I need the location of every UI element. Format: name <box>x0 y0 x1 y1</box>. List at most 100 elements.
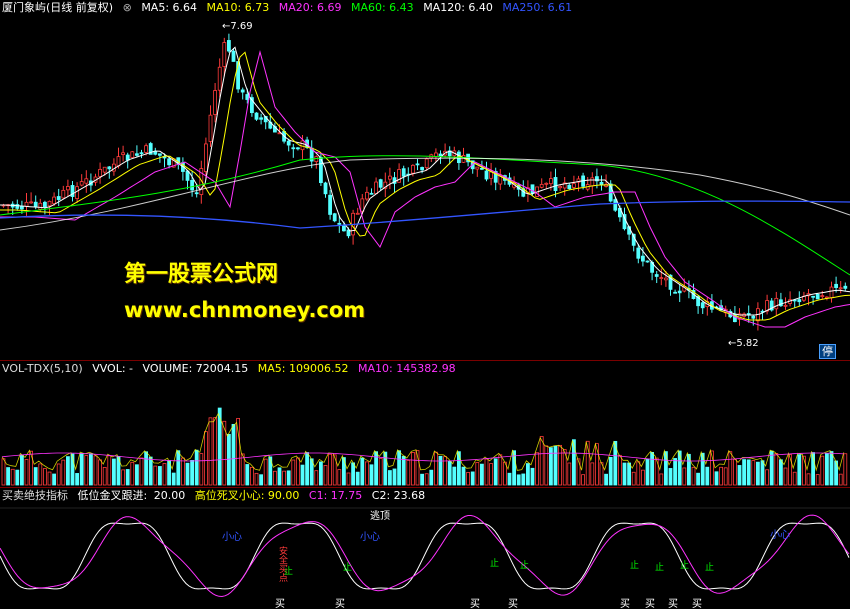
volume-bar <box>1 458 6 486</box>
ma20-legend: MA20: 6.69 <box>278 1 342 14</box>
volume-bar <box>213 417 218 486</box>
candle-body <box>829 286 834 299</box>
volume-bar <box>544 445 549 486</box>
volume-bar <box>282 470 287 486</box>
volume-bar <box>33 467 38 486</box>
candle-body <box>130 151 135 158</box>
candle-body <box>664 277 668 281</box>
volume-bar <box>631 471 636 486</box>
escape-top-label: 逃顶 <box>370 509 390 522</box>
volume-bar <box>286 470 291 486</box>
volume-bar <box>654 457 659 486</box>
volume-bar <box>783 467 788 486</box>
candle-body <box>107 166 112 170</box>
volume-bar <box>89 453 93 486</box>
candle-body <box>572 183 576 188</box>
volume-bar <box>737 465 742 486</box>
volume-bar <box>452 466 457 486</box>
candle-body <box>387 175 392 180</box>
volume-bar <box>829 451 834 486</box>
volume-bar <box>392 468 397 486</box>
volume-value: VOLUME: 72004.15 <box>142 362 249 375</box>
volume-bar <box>668 468 673 486</box>
candle-body <box>47 200 52 207</box>
settings-icon[interactable]: ⊗ <box>123 1 132 14</box>
candle-body <box>636 247 641 259</box>
candle-body <box>410 164 415 174</box>
candle-body <box>144 145 149 153</box>
volume-bar <box>820 455 825 486</box>
candle-body <box>838 287 843 290</box>
volume-bar <box>479 463 484 486</box>
volume-indicator-title[interactable]: VOL-TDX(5,10) <box>2 362 83 375</box>
volume-bar <box>130 461 135 486</box>
candle-body <box>843 285 848 289</box>
volume-bar <box>277 467 282 486</box>
small-signal-label: 止 <box>655 561 664 573</box>
volume-bar <box>456 451 461 486</box>
candle-body <box>259 117 264 120</box>
indicator-panel[interactable]: 买买买买买买买买小心 小心 小心 逃顶 安全买点止止止止止止止止 买卖绝技指标 低位金叉… <box>0 488 850 609</box>
volume-bar <box>558 444 562 486</box>
candle-body <box>52 196 56 205</box>
candle-body <box>323 182 328 195</box>
volume-bar <box>236 418 241 486</box>
volume-bar <box>305 452 310 486</box>
candle-body <box>254 112 259 120</box>
volume-bar <box>208 417 213 486</box>
indicator-title[interactable]: 买卖绝技指标 <box>2 489 68 502</box>
volume-panel[interactable]: VOL-TDX(5,10) VVOL: - VOLUME: 72004.15 M… <box>0 361 850 487</box>
volume-bar <box>590 462 595 486</box>
price-header: 厦门象屿(日线 前复权) ⊗ MA5: 6.64 MA10: 6.73 MA20… <box>0 0 578 16</box>
volume-bar <box>792 471 797 486</box>
volume-bar <box>314 470 319 486</box>
volume-bar <box>461 466 466 486</box>
candle-body <box>369 192 374 195</box>
volume-bar <box>516 474 521 486</box>
volume-bar <box>272 470 277 486</box>
volume-bar <box>664 451 668 486</box>
volume-bar <box>84 455 89 486</box>
indicator-header: 买卖绝技指标 低位金叉跟进: 20.00 高位死叉小心: 90.00 C1: 1… <box>0 488 431 504</box>
candle-body <box>341 225 346 232</box>
volume-bar <box>318 461 323 486</box>
volume-bar <box>346 472 351 486</box>
small-signal-label: 止 <box>490 557 499 569</box>
volume-bar <box>364 461 369 486</box>
candle-body <box>654 274 659 277</box>
small-signal-label: 止 <box>343 561 352 573</box>
candle-body <box>374 181 379 195</box>
candle-body <box>337 222 342 225</box>
candle-body <box>461 155 466 163</box>
vol-ma10-line <box>1 452 844 462</box>
volume-bar <box>742 459 746 486</box>
volume-bar <box>56 463 61 486</box>
volume-bar <box>838 473 843 486</box>
candle-body <box>364 191 369 200</box>
volume-bar <box>93 455 98 486</box>
volume-bar <box>10 468 15 486</box>
c1-value: C1: 17.75 <box>308 489 363 502</box>
volume-bar <box>61 459 66 486</box>
volume-chart[interactable] <box>0 361 850 487</box>
candle-body <box>549 178 553 185</box>
volume-bar <box>387 470 392 486</box>
vvol-value: VVOL: - <box>92 362 134 375</box>
volume-bar <box>52 473 56 486</box>
stock-title[interactable]: 厦门象屿(日线 前复权) <box>2 1 113 14</box>
volume-bar <box>360 457 365 486</box>
oscillator-chart[interactable]: 买买买买买买买买小心 小心 小心逃顶安全买点止止止止止止止止 <box>0 488 850 609</box>
volume-header: VOL-TDX(5,10) VVOL: - VOLUME: 72004.15 M… <box>0 361 462 377</box>
volume-bar <box>641 469 645 486</box>
volume-bar <box>429 469 434 486</box>
watermark-title: 第一股票公式网 <box>124 262 279 287</box>
candle-body <box>98 168 102 177</box>
candle-body <box>203 143 208 172</box>
volume-bar <box>300 464 305 486</box>
volume-bar <box>29 450 34 486</box>
candle-body <box>415 163 420 166</box>
candle-body <box>38 202 43 210</box>
volume-bar <box>245 464 250 486</box>
ma120-legend: MA120: 6.40 <box>423 1 493 14</box>
volume-bar <box>714 471 719 486</box>
